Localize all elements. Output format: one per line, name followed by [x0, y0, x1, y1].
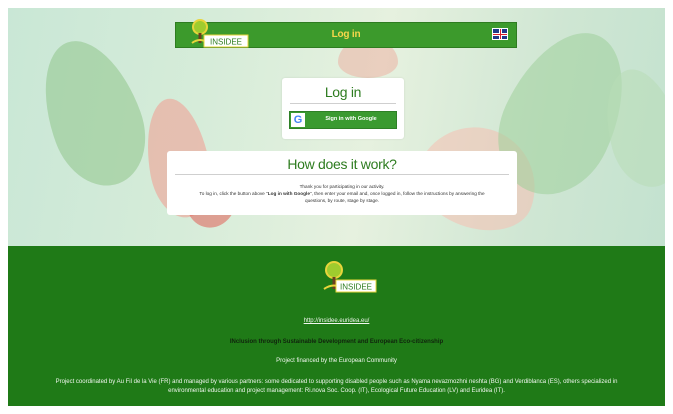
- footer-logo: INSIDEE: [312, 258, 382, 298]
- how-text-line1: Thank you for participating in our activ…: [299, 184, 385, 189]
- how-it-works-card: How does it work? Thank you for particip…: [167, 151, 517, 215]
- footer-financed: Project financed by the European Communi…: [276, 358, 397, 364]
- footer-coordinated-line2: environmental education and project mana…: [168, 388, 505, 394]
- login-card: Log in G Sign in with Google: [282, 78, 404, 139]
- footer-logo-text: INSIDEE: [340, 283, 372, 292]
- google-icon: G: [291, 113, 305, 127]
- divider: [175, 174, 509, 175]
- uk-flag-icon[interactable]: [492, 28, 508, 40]
- login-heading: Log in: [324, 84, 362, 100]
- google-sign-in-label: Sign in with Google: [325, 116, 377, 122]
- how-text-line3: questions, by route, stage by stage.: [304, 198, 379, 203]
- background-leaf: [25, 27, 161, 199]
- divider: [290, 103, 396, 104]
- google-sign-in-button[interactable]: G Sign in with Google: [289, 111, 397, 129]
- footer: INSIDEE http://insidee.euridea.eu/ INclu…: [8, 246, 665, 406]
- page-title: Log in: [331, 29, 361, 40]
- footer-link-line: http://insidee.euridea.eu/: [8, 317, 665, 325]
- how-text-line2: To log in, click the button above "Log i…: [199, 191, 485, 196]
- how-emphasis: Log in with Google: [267, 191, 310, 196]
- footer-coordinated-line1: Project coordinated by Au Fil de la Vie …: [55, 379, 618, 385]
- website-link[interactable]: http://insidee.euridea.eu/: [304, 318, 370, 324]
- footer-tagline: INclusion through Sustainable Developmen…: [229, 339, 444, 345]
- how-heading: How does it work?: [287, 156, 397, 172]
- top-navigation-bar: INSIDEE Log in: [175, 19, 517, 48]
